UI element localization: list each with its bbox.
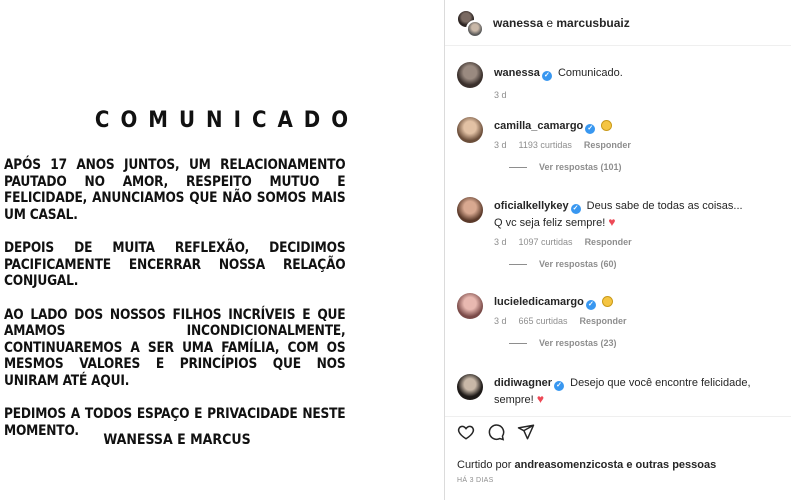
smile-face-emoji-icon (601, 296, 613, 307)
header-user-link[interactable]: wanessa (493, 16, 543, 30)
comments-panel: wanessa e marcusbuaiz wanessa ✓ Comunicad… (444, 0, 791, 500)
replies-divider (509, 263, 527, 265)
verified-icon: ✓ (585, 124, 596, 134)
view-replies-label: Ver respostas (101) (539, 162, 622, 172)
avatar[interactable] (457, 293, 483, 319)
comment-username[interactable]: oficialkellykey (494, 200, 569, 212)
reply-button[interactable]: Responder (584, 140, 631, 150)
post-header: wanessa e marcusbuaiz (445, 0, 791, 46)
reply-button[interactable]: Responder (585, 237, 632, 247)
verified-icon: ✓ (554, 381, 565, 391)
comment-body: didiwagner ✓ Desejo que você encontre fel… (494, 374, 784, 408)
statement-title: COMUNICADO (94, 108, 360, 133)
verified-icon: ✓ (541, 71, 552, 81)
share-send-icon[interactable] (517, 423, 535, 446)
comment-body: camilla_camargo ✓ (494, 117, 787, 134)
statement-paragraph: AO LADO DOS NOSSOS FILHOS INCRÍVEIS E QU… (4, 306, 346, 389)
verified-icon: ✓ (570, 204, 581, 214)
red-heart-icon: ♥ (608, 215, 616, 229)
comment-likes[interactable]: 665 curtidas (519, 316, 568, 326)
sad-face-emoji-icon (601, 120, 613, 131)
verified-icon: ✓ (585, 300, 596, 310)
comment: didiwagner ✓ Desejo que você encontre fel… (457, 374, 787, 408)
comment-meta: 3 d 665 curtidas Responder (494, 316, 787, 326)
caption: wanessa ✓ Comunicado. 3 d (457, 62, 787, 100)
collab-avatar[interactable] (457, 8, 485, 38)
replies-divider (509, 166, 527, 168)
liked-by-others[interactable]: e outras pessoas (623, 459, 716, 471)
comment-username[interactable]: lucieledicamargo (494, 296, 584, 308)
view-replies-label: Ver respostas (60) (539, 259, 617, 269)
comment-likes[interactable]: 1097 curtidas (519, 237, 573, 247)
statement-paragraph: DEPOIS DE MUITA REFLEXÃO, DECIDIMOS PACI… (4, 240, 346, 289)
comment-time[interactable]: 3 d (494, 237, 507, 247)
avatar[interactable] (457, 374, 483, 400)
red-heart-icon: ♥ (536, 392, 544, 406)
comment-meta: 3 d 1193 curtidas Responder (494, 140, 787, 150)
header-usernames: wanessa e marcusbuaiz (493, 16, 630, 30)
view-replies-button[interactable]: Ver respostas (23) (509, 338, 787, 348)
post-image: COMUNICADO APÓS 17 ANOS JUNTOS, UM RELAC… (0, 0, 444, 500)
comment-meta: 3 d 1097 curtidas Responder (494, 237, 787, 247)
replies-divider (509, 342, 527, 344)
header-user-link[interactable]: marcusbuaiz (556, 16, 629, 30)
avatar[interactable] (457, 197, 483, 223)
view-replies-button[interactable]: Ver respostas (60) (509, 259, 787, 269)
statement-signature: WANESSA E MARCUS (103, 432, 251, 448)
view-replies-button[interactable]: Ver respostas (101) (509, 162, 787, 172)
like-heart-icon[interactable] (457, 423, 475, 446)
comment-meta: 3 d (494, 90, 787, 100)
statement-body: APÓS 17 ANOS JUNTOS, UM RELACIONAMENTO P… (4, 157, 346, 456)
comment: camilla_camargo ✓ 3 d 1193 curtidas Respo… (457, 117, 787, 172)
avatar[interactable] (457, 117, 483, 143)
liked-by-prefix: Curtido por (457, 459, 515, 471)
comment-username[interactable]: wanessa (494, 67, 540, 79)
comment: lucieledicamargo ✓ 3 d 665 curtidas Respo… (457, 293, 787, 348)
comment-username[interactable]: camilla_camargo (494, 120, 583, 132)
action-icons (457, 423, 780, 445)
caption-text: Comunicado. (557, 67, 623, 79)
caption-body: wanessa ✓ Comunicado. (494, 62, 787, 81)
comment-time[interactable]: 3 d (494, 90, 507, 100)
view-replies-label: Ver respostas (23) (539, 338, 617, 348)
reply-button[interactable]: Responder (580, 316, 627, 326)
post-actions: Curtido por andreasomenzicosta e outras … (445, 416, 791, 484)
avatar (466, 19, 484, 38)
liked-by: Curtido por andreasomenzicosta e outras … (457, 459, 780, 471)
comment-username[interactable]: didiwagner (494, 377, 552, 389)
comment: oficialkellykey ✓ Deus sabe de todas as c… (457, 197, 787, 269)
statement-paragraph: APÓS 17 ANOS JUNTOS, UM RELACIONAMENTO P… (4, 157, 346, 223)
comment-body: oficialkellykey ✓ Deus sabe de todas as c… (494, 197, 744, 231)
comment-likes[interactable]: 1193 curtidas (519, 140, 572, 150)
comment-time[interactable]: 3 d (494, 316, 507, 326)
header-separator: e (543, 15, 557, 30)
avatar[interactable] (457, 62, 483, 88)
comment-bubble-icon[interactable] (487, 423, 505, 446)
liked-by-user[interactable]: andreasomenzicosta (514, 459, 623, 471)
comment-time[interactable]: 3 d (494, 140, 507, 150)
comment-body: lucieledicamargo ✓ (494, 293, 787, 310)
post-time-ago[interactable]: HÁ 3 DIAS (457, 477, 780, 484)
